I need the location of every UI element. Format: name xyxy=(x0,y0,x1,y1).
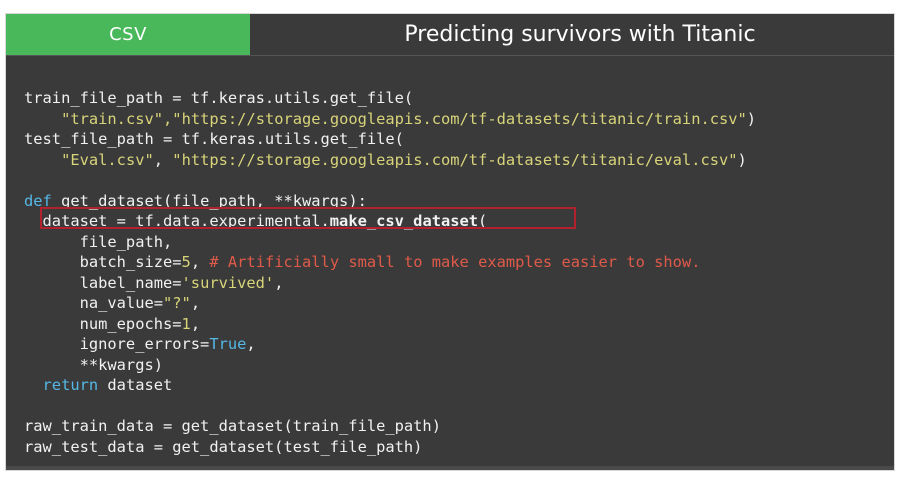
code-number: 5 xyxy=(181,253,191,271)
slide-title: Predicting survivors with Titanic xyxy=(250,14,894,55)
code-line-7: dataset = tf.data.experimental.make_csv_… xyxy=(24,211,756,232)
code-text: ignore_errors= xyxy=(24,335,210,353)
code-text: raw_test_data = get_dataset(test_file_pa… xyxy=(24,437,423,456)
code-block: train_file_path = tf.keras.utils.get_fil… xyxy=(24,88,756,457)
code-line-9: batch_size=5, # Artificially small to ma… xyxy=(24,252,756,273)
code-line-4: "Eval.csv", "https://storage.googleapis.… xyxy=(24,150,756,171)
code-line-11: na_value="?", xyxy=(24,293,756,314)
code-line-18: raw_test_data = get_dataset(test_file_pa… xyxy=(24,437,756,458)
code-line-17: raw_train_data = get_dataset(train_file_… xyxy=(24,416,756,437)
code-line-1: train_file_path = tf.keras.utils.get_fil… xyxy=(24,88,756,109)
code-keyword: return xyxy=(24,376,99,394)
code-text: file_path, xyxy=(24,232,173,251)
code-punct: , xyxy=(190,253,210,271)
code-text: get_dataset(file_path, **kwargs): xyxy=(51,191,367,210)
code-punct: , xyxy=(190,314,201,333)
code-line-10: label_name='survived', xyxy=(24,273,756,294)
code-string: "Eval.csv" xyxy=(61,150,154,169)
code-text: num_epochs= xyxy=(24,314,182,333)
code-line-8: file_path, xyxy=(24,232,756,253)
code-punct: ( xyxy=(478,212,488,230)
slide-header: CSV Predicting survivors with Titanic xyxy=(6,14,894,55)
code-number: 1 xyxy=(181,314,191,333)
code-punct: , xyxy=(190,294,201,312)
code-text: train_file_path = tf.keras.utils.get_fil… xyxy=(24,89,414,107)
code-text: test_file_path = tf.keras.utils.get_file… xyxy=(24,130,404,148)
code-punct: ) xyxy=(746,109,757,128)
code-punct: , xyxy=(246,335,256,353)
code-comment: # Artificially small to make examples ea… xyxy=(209,253,701,271)
code-line-12: num_epochs=1, xyxy=(24,314,756,335)
code-punct: , xyxy=(153,150,173,169)
code-punct: , xyxy=(163,109,173,128)
code-string: "?" xyxy=(163,294,191,312)
code-string: 'survived' xyxy=(181,273,275,292)
code-text: dataset = tf.data.experimental. xyxy=(24,212,330,230)
code-text: label_name= xyxy=(24,273,182,292)
code-punct: ) xyxy=(737,150,747,169)
code-text: **kwargs) xyxy=(24,355,163,374)
code-string: "https://storage.googleapis.com/tf-datas… xyxy=(172,109,747,128)
code-string: "train.csv" xyxy=(61,109,164,128)
bottom-edge xyxy=(6,466,894,470)
code-text: raw_train_data = get_dataset(train_file_… xyxy=(24,417,441,435)
code-keyword: True xyxy=(209,335,247,353)
code-text: batch_size= xyxy=(24,253,182,271)
code-text: na_value= xyxy=(24,294,163,312)
csv-tab: CSV xyxy=(6,14,250,55)
code-line-2: "train.csv","https://storage.googleapis.… xyxy=(24,109,756,130)
code-string: "https://storage.googleapis.com/tf-datas… xyxy=(172,150,738,169)
code-function-name: make_csv_dataset xyxy=(329,212,479,230)
code-line-15: return dataset xyxy=(24,375,756,396)
code-line-14: **kwargs) xyxy=(24,355,756,376)
code-punct: , xyxy=(274,273,284,292)
header-divider xyxy=(6,55,894,56)
code-line-13: ignore_errors=True, xyxy=(24,334,756,355)
code-line-6: def get_dataset(file_path, **kwargs): xyxy=(24,191,756,212)
code-keyword: def xyxy=(24,191,52,210)
slide: CSV Predicting survivors with Titanic tr… xyxy=(6,14,894,470)
code-line-3: test_file_path = tf.keras.utils.get_file… xyxy=(24,129,756,150)
code-text: dataset xyxy=(98,376,173,394)
